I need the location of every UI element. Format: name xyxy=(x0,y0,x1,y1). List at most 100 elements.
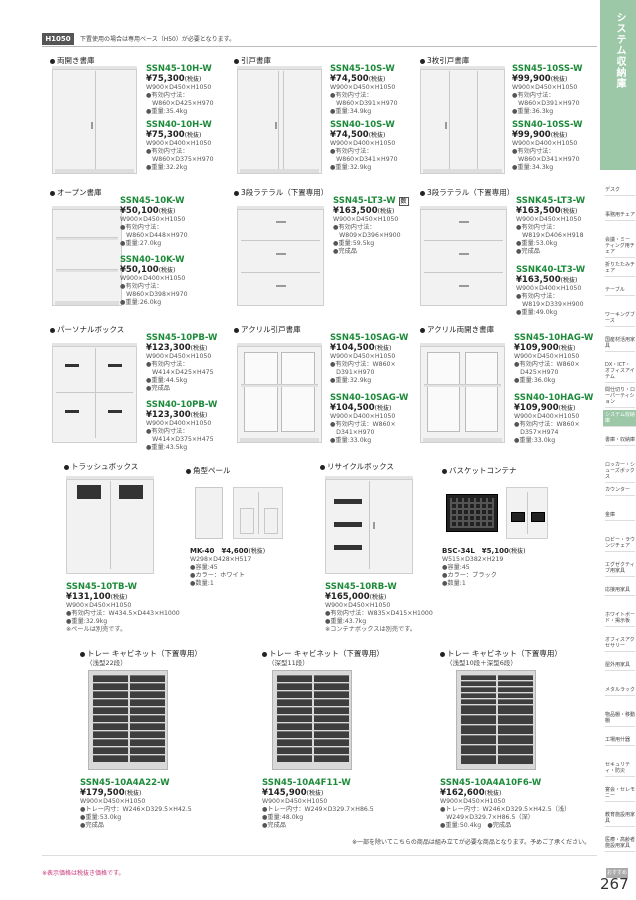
product-image-acrylic-sliding xyxy=(237,343,322,443)
tray-drawer xyxy=(461,735,496,744)
sidebar-item[interactable]: セキュリティ・防災 xyxy=(605,760,635,777)
sidebar-item[interactable]: 宴会・セレモニー xyxy=(605,785,635,802)
tray-drawer xyxy=(314,731,349,738)
product-price: ¥50,100(税抜) xyxy=(120,206,176,216)
tray-drawer xyxy=(277,731,312,738)
height-tag: H1050 xyxy=(42,33,74,45)
sidebar-item[interactable]: 折りたたみチェア xyxy=(605,260,635,277)
product-image-sliding-door xyxy=(237,66,322,174)
product-spec: W900×D450×H1050 ●有効内寸法： W860×D425×H970 ●… xyxy=(146,84,214,115)
product-image-3-sliding-door xyxy=(420,66,505,174)
tax-footnote: ※表示価格は税抜き価格です。 xyxy=(42,870,125,877)
tray-drawer xyxy=(314,699,349,706)
tray-drawer xyxy=(93,707,128,714)
product-code: SSN40-10K-W xyxy=(120,255,185,265)
product-price: ¥99,900(税抜) xyxy=(512,74,568,84)
tray-drawer xyxy=(461,675,496,680)
product-image-lateral-file xyxy=(420,206,507,306)
product-price: MK-40 ¥4,600(税抜) xyxy=(190,547,266,555)
product-image-pail xyxy=(195,487,223,539)
product-spec: W900×D400×H1050 ●有効内寸法： W860×D398×H970 ●… xyxy=(120,275,188,306)
product-image-tray-cabinet-mixed xyxy=(456,670,536,770)
sidebar-item[interactable]: カウンター xyxy=(605,485,635,496)
product-spec: W900×D450×H1050 ●トレー内寸：W246×D329.5×H42.5… xyxy=(440,798,571,829)
tray-drawer xyxy=(461,699,496,704)
sidebar-item[interactable]: 屋外用家具 xyxy=(605,660,635,671)
tray-drawer xyxy=(93,715,128,722)
sidebar-item[interactable]: エグゼクティブ用家具 xyxy=(605,560,635,577)
product-price: ¥75,300(税抜) xyxy=(146,74,202,84)
product-price: ¥74,500(税抜) xyxy=(330,74,386,84)
bullet-icon xyxy=(420,190,425,196)
sidebar-item[interactable]: システム収納庫 xyxy=(603,410,636,427)
sidebar-item[interactable]: 事務用チェア xyxy=(605,210,635,221)
sidebar-item[interactable]: ロビー・ラウンジチェア xyxy=(605,535,635,552)
product-code: SSN45-10HAG-W xyxy=(514,333,594,343)
sidebar-item[interactable]: ホワイトボード・掲示板 xyxy=(605,610,635,627)
tray-drawer xyxy=(461,681,496,686)
sidebar-item[interactable]: テーブル xyxy=(605,285,635,296)
product-code: SSN40-10H-W xyxy=(146,120,212,130)
bullet-icon xyxy=(262,651,267,657)
tray-drawer xyxy=(93,683,128,690)
bullet-icon xyxy=(234,58,239,64)
sidebar-item[interactable]: 教育施設用家具 xyxy=(605,810,635,827)
tray-drawer xyxy=(314,747,349,754)
product-code: SSN45-10K-W xyxy=(120,196,185,206)
sidebar-item[interactable]: デスク xyxy=(605,185,635,196)
sidebar-item[interactable]: 金庫 xyxy=(605,510,635,521)
sidebar-item[interactable]: 書庫・収納庫 xyxy=(605,435,635,446)
product-code: SSN45-10A4A10F6-W xyxy=(440,778,542,788)
tray-drawer xyxy=(93,731,128,738)
tray-drawer xyxy=(461,725,496,734)
sidebar-item[interactable]: 物品棚・移動棚 xyxy=(605,710,635,727)
tray-drawer xyxy=(461,755,496,764)
sidebar-item[interactable]: 工場用什器 xyxy=(605,735,635,746)
sidebar-item[interactable]: 間仕切り・ローパーティション xyxy=(605,385,635,408)
tray-drawer xyxy=(93,755,128,762)
tray-drawer xyxy=(277,683,312,690)
product-code: SSN40-10SAG-W xyxy=(330,393,409,403)
bullet-icon xyxy=(420,327,425,333)
sidebar-item[interactable]: 国産材活用家具 xyxy=(605,335,635,352)
section-title: 両開き書庫 xyxy=(50,55,95,66)
sidebar-item[interactable]: ロッカー・シューズボックス xyxy=(605,460,635,483)
product-spec: W900×D450×H1050 ●有効内寸法：W860× D425×H970 ●… xyxy=(514,353,580,384)
sidebar-item[interactable]: ワーキングブース xyxy=(605,310,635,327)
product-image-pail-installed xyxy=(233,487,283,539)
product-spec: W900×D400×H1050 ●有効内寸法：W860× D357×H974 ●… xyxy=(514,413,580,444)
tray-drawer xyxy=(277,755,312,762)
product-spec: W900×D400×H1050 ●有効内寸法： W860×D341×H970 ●… xyxy=(330,140,398,171)
section-title: トラッシュボックス xyxy=(64,461,138,472)
product-image-basket-installed xyxy=(506,487,548,539)
bullet-icon xyxy=(50,58,55,64)
tray-drawer xyxy=(277,739,312,746)
sidebar-category-title: システム収納庫 xyxy=(600,0,636,170)
sidebar-item[interactable]: 医療・高齢者施設用家具 xyxy=(605,835,635,852)
tray-drawer xyxy=(461,693,496,698)
section-title: リサイクルボックス xyxy=(320,461,394,472)
product-image-open-shelf xyxy=(52,206,122,306)
bullet-icon xyxy=(186,468,191,474)
product-code: SSN45-10S-W xyxy=(330,64,395,74)
product-price: ¥109,900(税抜) xyxy=(514,343,576,353)
sidebar-item[interactable]: 会議・ミーティング用チェア xyxy=(605,235,635,258)
product-code: SSN45-10A4F11-W xyxy=(262,778,351,788)
tray-drawer xyxy=(314,675,349,682)
sidebar-item[interactable]: DX・ICT・オフィスアイテム xyxy=(605,360,635,383)
sidebar-item[interactable]: 応接用家具 xyxy=(605,585,635,596)
tray-drawer xyxy=(498,675,533,680)
tray-drawer xyxy=(498,725,533,734)
product-price: ¥123,300(税抜) xyxy=(146,343,208,353)
sidebar-item[interactable]: メタルラック xyxy=(605,685,635,696)
header-divider xyxy=(42,46,597,47)
tray-drawer xyxy=(93,699,128,706)
tray-drawer xyxy=(130,723,165,730)
section-title: 3段ラテラル（下置専用） xyxy=(420,187,514,198)
section-subtitle: （浅型10段＋深型6段） xyxy=(446,659,517,667)
tray-drawer xyxy=(93,739,128,746)
section-subtitle: （浅型22段） xyxy=(86,659,127,667)
sidebar-item[interactable]: オフィスアクセサリー xyxy=(605,635,635,652)
product-price: ¥123,300(税抜) xyxy=(146,410,208,420)
product-code: SSN45-LT3-W 数 xyxy=(333,196,409,206)
